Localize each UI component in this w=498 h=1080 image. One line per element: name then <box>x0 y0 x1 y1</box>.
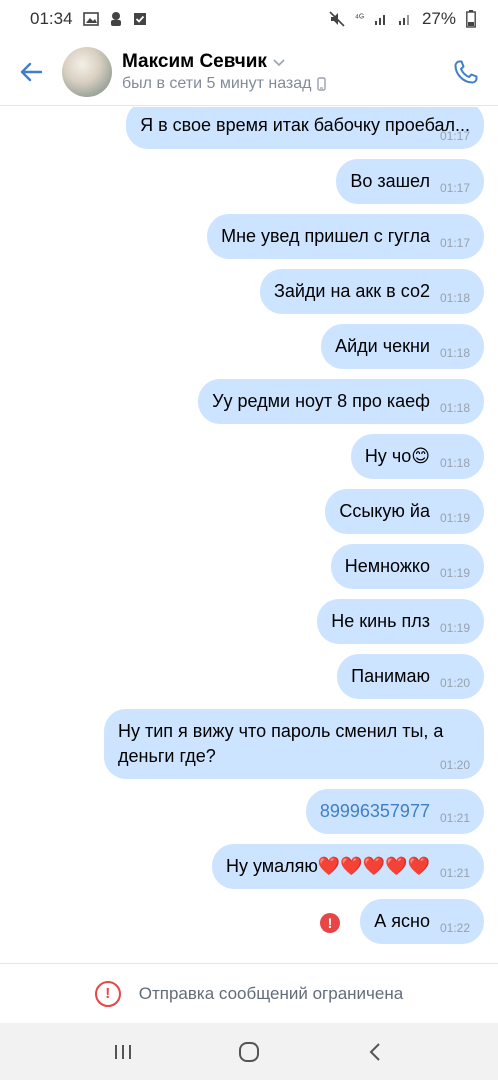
clock: 01:34 <box>30 9 73 28</box>
system-navigation-bar <box>0 1023 498 1080</box>
message-text: Ну умаляю❤️❤️❤️❤️❤️ <box>225 856 430 876</box>
message-time: 01:18 <box>439 401 470 415</box>
message-time: 01:20 <box>439 758 470 772</box>
message-text: Ну тип я вижу что пароль сменил ты, а де… <box>118 721 444 766</box>
message-bubble[interactable]: 89996357977 01:21 <box>305 789 484 834</box>
contact-title[interactable]: Максим Севчик был в сети 5 минут назад <box>122 51 434 93</box>
contact-name: Максим Севчик <box>122 50 267 72</box>
message-time: 01:17 <box>439 236 470 250</box>
message-text: Не кинь плз <box>331 611 430 631</box>
network-type-icon: ⁴ᴳ <box>354 13 364 24</box>
message-bubble[interactable]: А ясно 01:22 <box>360 899 484 944</box>
message-time: 01:19 <box>439 511 470 525</box>
home-button[interactable] <box>229 1032 269 1072</box>
message-text: Я в свое время итак бабочку проебал... <box>140 114 470 135</box>
status-bar: 01:34 ⁴ᴳ 27% <box>0 0 498 38</box>
home-icon <box>239 1041 259 1062</box>
message-time: 01:18 <box>439 346 470 360</box>
message-text: Панимаю <box>351 666 430 686</box>
message-bubble[interactable]: Уу редми ноут 8 про каеф 01:18 <box>198 379 484 424</box>
app-notification-icon <box>110 12 121 26</box>
message-time: 01:20 <box>439 676 470 690</box>
message-time: 01:17 <box>439 129 470 143</box>
send-error-icon[interactable]: ! <box>320 913 340 933</box>
message-time: 01:17 <box>439 181 470 195</box>
message-bubble[interactable]: Ну чо😊 01:18 <box>350 434 484 479</box>
message-bubble[interactable]: Ну умаляю❤️❤️❤️❤️❤️ 01:21 <box>211 844 484 889</box>
avatar[interactable] <box>62 46 112 97</box>
message-text: Уу редми ноут 8 про каеф <box>212 391 430 411</box>
chat-header: Максим Севчик был в сети 5 минут назад <box>0 38 498 106</box>
message-bubble[interactable]: Панимаю 01:20 <box>337 654 484 699</box>
message-time: 01:19 <box>439 566 470 580</box>
message-text: Зайди на акк в со2 <box>273 281 430 301</box>
message-list[interactable]: Я в свое время итак бабочку проебал... 0… <box>0 107 498 962</box>
messaging-restricted-banner: ! Отправка сообщений ограничена <box>0 963 498 1023</box>
image-notification-icon <box>82 12 99 26</box>
message-time: 01:21 <box>439 811 470 825</box>
back-nav-button[interactable] <box>355 1032 395 1072</box>
message-bubble[interactable]: Айди чекни 01:18 <box>321 324 484 369</box>
mobile-device-icon <box>317 76 327 91</box>
signal-icon-2 <box>398 15 409 25</box>
back-button[interactable] <box>0 38 62 106</box>
message-time: 01:22 <box>439 921 470 935</box>
message-time: 01:18 <box>439 456 470 470</box>
recent-apps-icon <box>115 1044 131 1059</box>
phone-number-link[interactable]: 89996357977 <box>320 799 430 824</box>
chevron-down-icon <box>273 58 285 66</box>
message-time: 01:19 <box>439 621 470 635</box>
message-text: Айди чекни <box>335 336 430 356</box>
mute-icon <box>329 11 345 27</box>
message-text: Ссыкую йа <box>339 501 430 521</box>
message-bubble[interactable]: Я в свое время итак бабочку проебал... 0… <box>126 107 484 149</box>
message-bubble[interactable]: Мне увед пришел с гугла 01:17 <box>207 214 484 259</box>
message-text: Во зашел <box>350 171 430 191</box>
message-text: А ясно <box>374 911 430 931</box>
battery-percent: 27% <box>421 9 456 28</box>
message-text: Ну чо😊 <box>364 446 430 466</box>
call-button[interactable] <box>434 38 498 106</box>
phone-icon <box>454 60 478 83</box>
message-bubble[interactable]: Ну тип я вижу что пароль сменил ты, а де… <box>104 709 484 779</box>
message-time: 01:18 <box>439 291 470 305</box>
message-bubble[interactable]: Немножко 01:19 <box>330 544 484 589</box>
signal-icon <box>374 15 385 25</box>
message-bubble[interactable]: Во зашел 01:17 <box>336 159 484 204</box>
warning-icon: ! <box>94 980 121 1007</box>
restricted-text: Отправка сообщений ограничена <box>138 983 404 1003</box>
message-bubble[interactable]: Зайди на акк в со2 01:18 <box>259 269 484 314</box>
message-time: 01:21 <box>439 866 470 880</box>
arrow-left-icon <box>20 62 43 81</box>
battery-icon <box>466 10 476 28</box>
message-bubble[interactable]: Ссыкую йа 01:19 <box>325 489 484 534</box>
checkbox-notification-icon <box>133 13 146 25</box>
back-chevron-icon <box>369 1042 380 1061</box>
message-bubble[interactable]: Не кинь плз 01:19 <box>317 599 484 644</box>
message-text: Мне увед пришел с гугла <box>221 226 430 246</box>
recent-apps-button[interactable] <box>103 1032 143 1072</box>
last-seen-status: был в сети 5 минут назад <box>122 74 312 92</box>
message-text: Немножко <box>344 556 430 576</box>
